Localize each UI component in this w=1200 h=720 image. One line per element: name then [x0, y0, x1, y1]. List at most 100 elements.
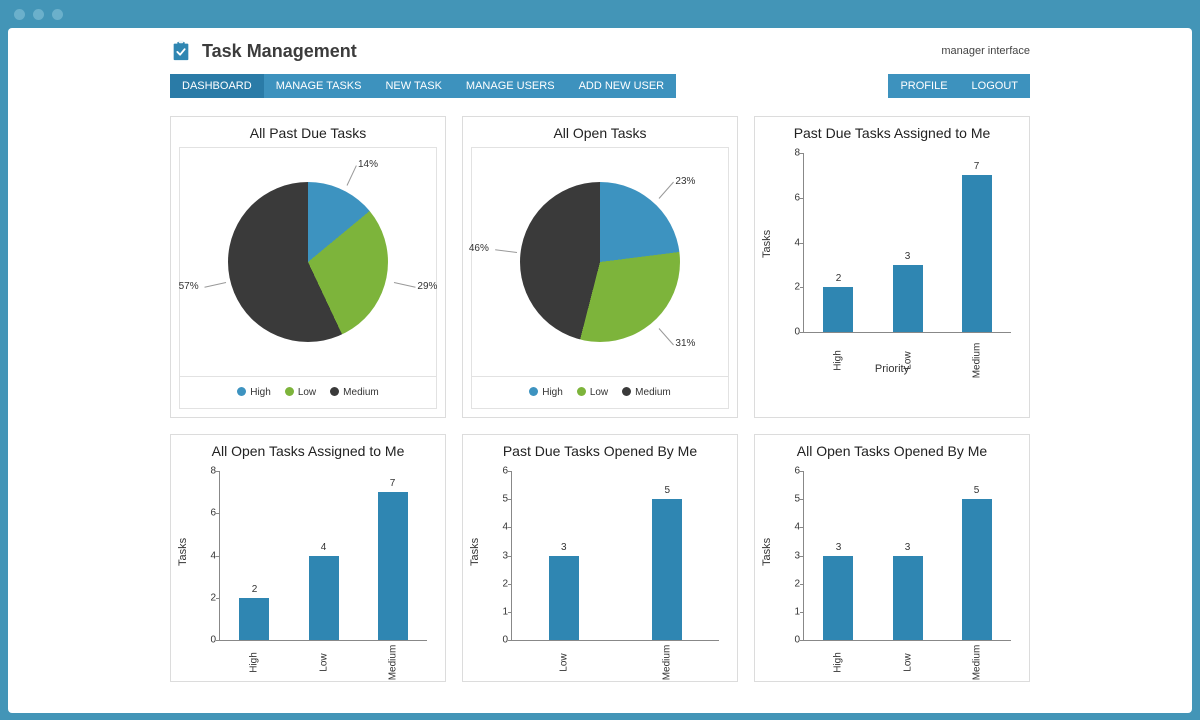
pie-leader — [658, 182, 673, 199]
y-tick-label: 6 — [490, 466, 508, 477]
legend-item: Medium — [330, 387, 379, 398]
bar-value-label: 3 — [549, 542, 579, 553]
y-tick — [800, 499, 804, 500]
y-tick — [800, 287, 804, 288]
nav-manage-tasks[interactable]: MANAGE TASKS — [264, 74, 374, 98]
y-tick-label: 1 — [782, 606, 800, 617]
bar-chart: Tasks01234563Low5Medium — [471, 465, 729, 675]
y-tick — [800, 612, 804, 613]
card-past-due-pie: All Past Due Tasks14%29%57%HighLowMedium — [170, 116, 446, 418]
y-tick — [800, 527, 804, 528]
card-title: All Open Tasks — [463, 117, 737, 147]
bar: 2 — [239, 598, 269, 640]
x-tick-label: High — [249, 643, 260, 683]
y-tick — [800, 471, 804, 472]
bar-value-label: 7 — [962, 161, 992, 172]
y-tick-label: 0 — [198, 635, 216, 646]
y-tick — [508, 556, 512, 557]
content: Task Management manager interface DASHBO… — [170, 28, 1030, 682]
pie-chart: 14%29%57% — [179, 147, 437, 377]
y-tick-label: 5 — [782, 494, 800, 505]
nav-logout[interactable]: LOGOUT — [960, 74, 1030, 98]
legend-swatch — [529, 387, 538, 396]
legend-label: Medium — [635, 387, 671, 398]
y-tick-label: 8 — [198, 466, 216, 477]
y-tick — [216, 598, 220, 599]
y-axis-label: Tasks — [761, 230, 773, 258]
header: Task Management manager interface — [170, 36, 1030, 74]
x-tick-label: High — [833, 643, 844, 683]
y-tick — [800, 153, 804, 154]
y-tick-label: 4 — [490, 522, 508, 533]
card-past-due-opened-bar: Past Due Tasks Opened By MeTasks01234563… — [462, 434, 738, 682]
legend-swatch — [622, 387, 631, 396]
page: Task Management manager interface DASHBO… — [8, 28, 1192, 713]
y-tick-label: 2 — [782, 578, 800, 589]
header-left: Task Management — [170, 40, 357, 62]
y-tick-label: 2 — [490, 578, 508, 589]
y-tick — [216, 640, 220, 641]
x-tick-label: Medium — [662, 643, 673, 683]
y-tick — [216, 513, 220, 514]
plot-area: 01234563High3Low5Medium — [803, 471, 1011, 641]
x-tick-label: Medium — [387, 643, 398, 683]
y-tick — [800, 640, 804, 641]
pie-chart: 23%31%46% — [471, 147, 729, 377]
nav-manage-users[interactable]: MANAGE USERS — [454, 74, 567, 98]
pie-slice-label: 46% — [469, 243, 489, 254]
card-open-me-bar: All Open Tasks Assigned to MeTasks024682… — [170, 434, 446, 682]
y-tick-label: 8 — [782, 148, 800, 159]
bar-value-label: 4 — [309, 542, 339, 553]
bar-value-label: 2 — [239, 584, 269, 595]
x-tick-label: Medium — [971, 643, 982, 683]
y-tick-label: 5 — [490, 494, 508, 505]
bar: 5 — [652, 499, 682, 640]
window-dot — [52, 9, 63, 20]
y-tick-label: 2 — [198, 592, 216, 603]
nav-dashboard[interactable]: DASHBOARD — [170, 74, 264, 98]
legend-swatch — [285, 387, 294, 396]
clipboard-check-icon — [170, 40, 192, 62]
y-tick — [216, 471, 220, 472]
bar-value-label: 3 — [893, 251, 923, 262]
y-tick — [800, 243, 804, 244]
card-title: Past Due Tasks Assigned to Me — [755, 117, 1029, 147]
pie-leader — [495, 249, 517, 253]
nav-profile[interactable]: PROFILE — [888, 74, 959, 98]
x-tick-label: Low — [318, 643, 329, 683]
app-title: Task Management — [202, 41, 357, 62]
y-tick-label: 3 — [490, 550, 508, 561]
y-tick — [800, 584, 804, 585]
legend-swatch — [577, 387, 586, 396]
bar-value-label: 5 — [652, 485, 682, 496]
window-chrome — [0, 0, 1200, 28]
bar: 3 — [823, 556, 853, 641]
bar-chart: Tasks024682High4Low7Medium — [179, 465, 437, 675]
legend-item: Low — [577, 387, 608, 398]
bar: 3 — [893, 556, 923, 641]
bar-chart: Tasks024682High3Low7MediumPriority — [763, 147, 1021, 377]
y-tick-label: 4 — [198, 550, 216, 561]
x-tick-label: Low — [902, 643, 913, 683]
nav-new-task[interactable]: NEW TASK — [373, 74, 453, 98]
legend-label: High — [542, 387, 563, 398]
header-subtitle: manager interface — [941, 45, 1030, 57]
bar-value-label: 3 — [823, 542, 853, 553]
pie — [520, 182, 680, 342]
card-open-opened-bar: All Open Tasks Opened By MeTasks01234563… — [754, 434, 1030, 682]
plot-area: 01234563Low5Medium — [511, 471, 719, 641]
y-tick — [508, 527, 512, 528]
nav-add-new-user[interactable]: ADD NEW USER — [567, 74, 677, 98]
bar-value-label: 7 — [378, 478, 408, 489]
legend-item: High — [529, 387, 563, 398]
y-tick — [508, 499, 512, 500]
legend-label: Low — [590, 387, 608, 398]
y-tick-label: 4 — [782, 237, 800, 248]
card-open-pie: All Open Tasks23%31%46%HighLowMedium — [462, 116, 738, 418]
pie-slice-label: 31% — [675, 338, 695, 349]
y-tick-label: 0 — [782, 327, 800, 338]
y-tick-label: 0 — [782, 635, 800, 646]
y-tick — [800, 198, 804, 199]
legend-label: High — [250, 387, 271, 398]
plot-area: 024682High4Low7Medium — [219, 471, 427, 641]
